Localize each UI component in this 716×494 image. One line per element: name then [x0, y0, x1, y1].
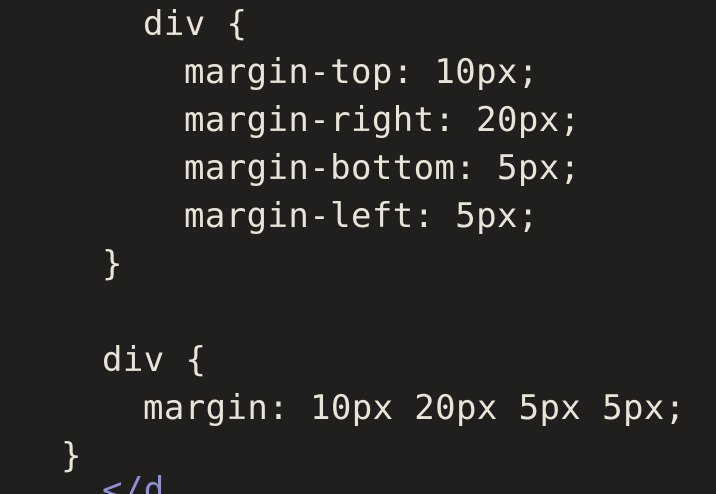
code-line-3: margin-right: 20px;	[184, 100, 581, 140]
code-line-9: }	[61, 436, 82, 476]
code-line-8: margin: 10px 20px 5px 5px;	[143, 388, 686, 428]
code-line-10-partial-tag: </d	[102, 470, 165, 494]
code-line-5: margin-left: 5px;	[184, 196, 539, 236]
code-line-4: margin-bottom: 5px;	[184, 148, 581, 188]
code-line-2: margin-top: 10px;	[184, 52, 539, 92]
code-line-7: div {	[102, 340, 207, 380]
code-editor[interactable]: div { margin-top: 10px; margin-right: 20…	[0, 0, 716, 494]
code-line-6: }	[102, 244, 123, 284]
code-line-1: div {	[143, 4, 248, 44]
